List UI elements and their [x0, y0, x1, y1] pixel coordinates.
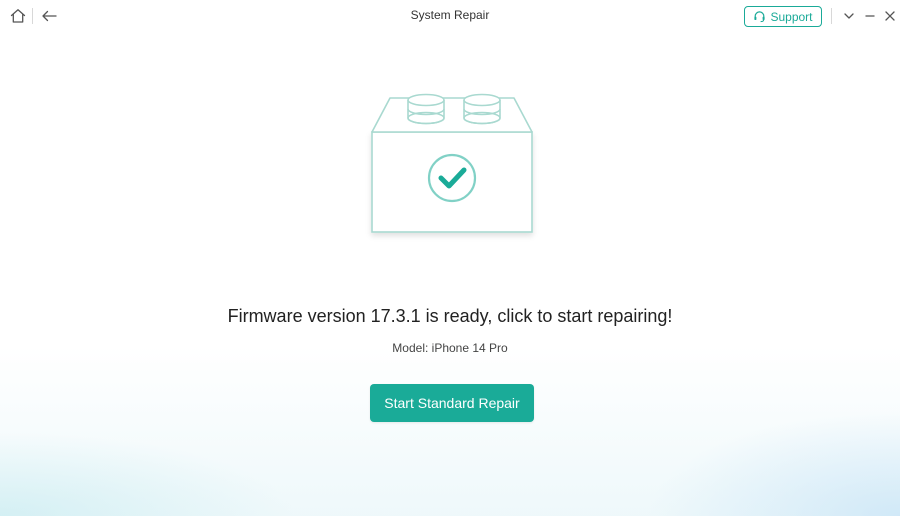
start-standard-repair-button[interactable]: Start Standard Repair — [370, 384, 534, 422]
support-button[interactable]: Support — [744, 6, 822, 27]
titlebar-divider — [32, 8, 33, 24]
background-glow — [0, 346, 900, 516]
headset-icon — [753, 10, 766, 23]
close-icon[interactable] — [880, 6, 900, 26]
firmware-block-check-icon — [360, 84, 544, 244]
firmware-ready-heading: Firmware version 17.3.1 is ready, click … — [227, 306, 673, 326]
title-bar: System Repair Support — [0, 0, 900, 34]
titlebar-divider — [831, 8, 832, 24]
back-arrow-icon[interactable] — [39, 6, 59, 26]
chevron-down-icon[interactable] — [839, 6, 859, 26]
system-repair-window: System Repair Support Firmware version 1… — [0, 0, 900, 516]
home-icon[interactable] — [8, 6, 28, 26]
minimize-icon[interactable] — [860, 6, 880, 26]
support-label: Support — [770, 9, 813, 24]
device-model-text: Model: iPhone 14 Pro — [392, 341, 508, 355]
